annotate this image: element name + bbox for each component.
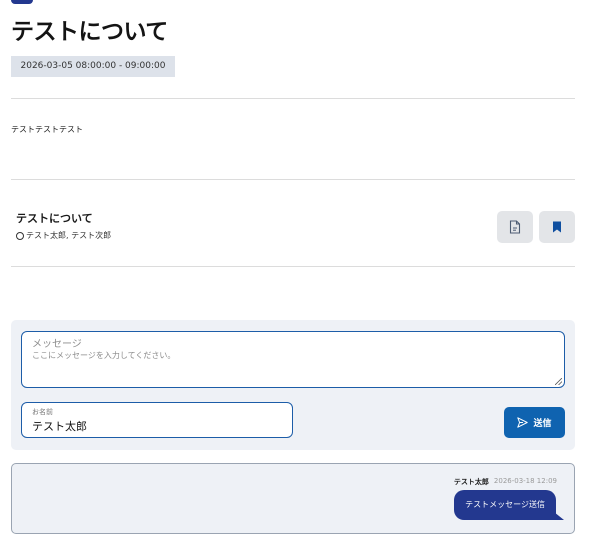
chat-author: テスト太郎 <box>453 478 489 486</box>
chat-timestamp: 2026-03-18 12:09 <box>493 477 557 485</box>
send-button[interactable]: 送信 <box>504 407 565 438</box>
send-button-label: 送信 <box>533 419 552 429</box>
message-placeholder: ここにメッセージを入力してください。 <box>32 351 176 360</box>
chat-message-meta: テスト太郎 2026-03-18 12:09 <box>454 477 557 487</box>
chat-bubble-tail <box>554 512 564 520</box>
circle-icon <box>16 231 24 240</box>
page-title: テストについて <box>11 19 168 45</box>
divider <box>11 179 575 180</box>
message-field[interactable]: メッセージ ここにメッセージを入力してください。 <box>21 331 565 388</box>
chat-panel: テスト太郎 2026-03-18 12:09 テストメッセージ送信 <box>11 463 575 534</box>
resize-grip-icon[interactable] <box>555 378 562 385</box>
document-button[interactable] <box>497 211 533 243</box>
document-icon <box>509 220 521 234</box>
bookmark-button[interactable] <box>539 211 575 243</box>
name-value: テスト太郎 <box>32 420 87 433</box>
divider <box>11 98 575 99</box>
message-form: メッセージ ここにメッセージを入力してください。 お名前 テスト太郎 送信 <box>11 320 575 450</box>
message-label: メッセージ <box>32 339 82 350</box>
name-field[interactable]: お名前 テスト太郎 <box>21 402 293 438</box>
name-label: お名前 <box>32 408 53 416</box>
item-title: テストについて <box>16 212 93 225</box>
chat-bubble: テストメッセージ送信 <box>454 490 556 520</box>
post-description: テストテストテスト <box>11 125 83 134</box>
bookmark-icon <box>553 221 561 233</box>
item-people: テスト太郎, テスト次郎 <box>16 230 111 241</box>
item-people-text: テスト太郎, テスト次郎 <box>26 231 112 240</box>
date-range-chip: 2026-03-05 08:00:00 - 09:00:00 <box>11 56 175 77</box>
divider <box>11 266 575 267</box>
top-badge <box>11 0 33 4</box>
send-icon <box>517 417 529 428</box>
